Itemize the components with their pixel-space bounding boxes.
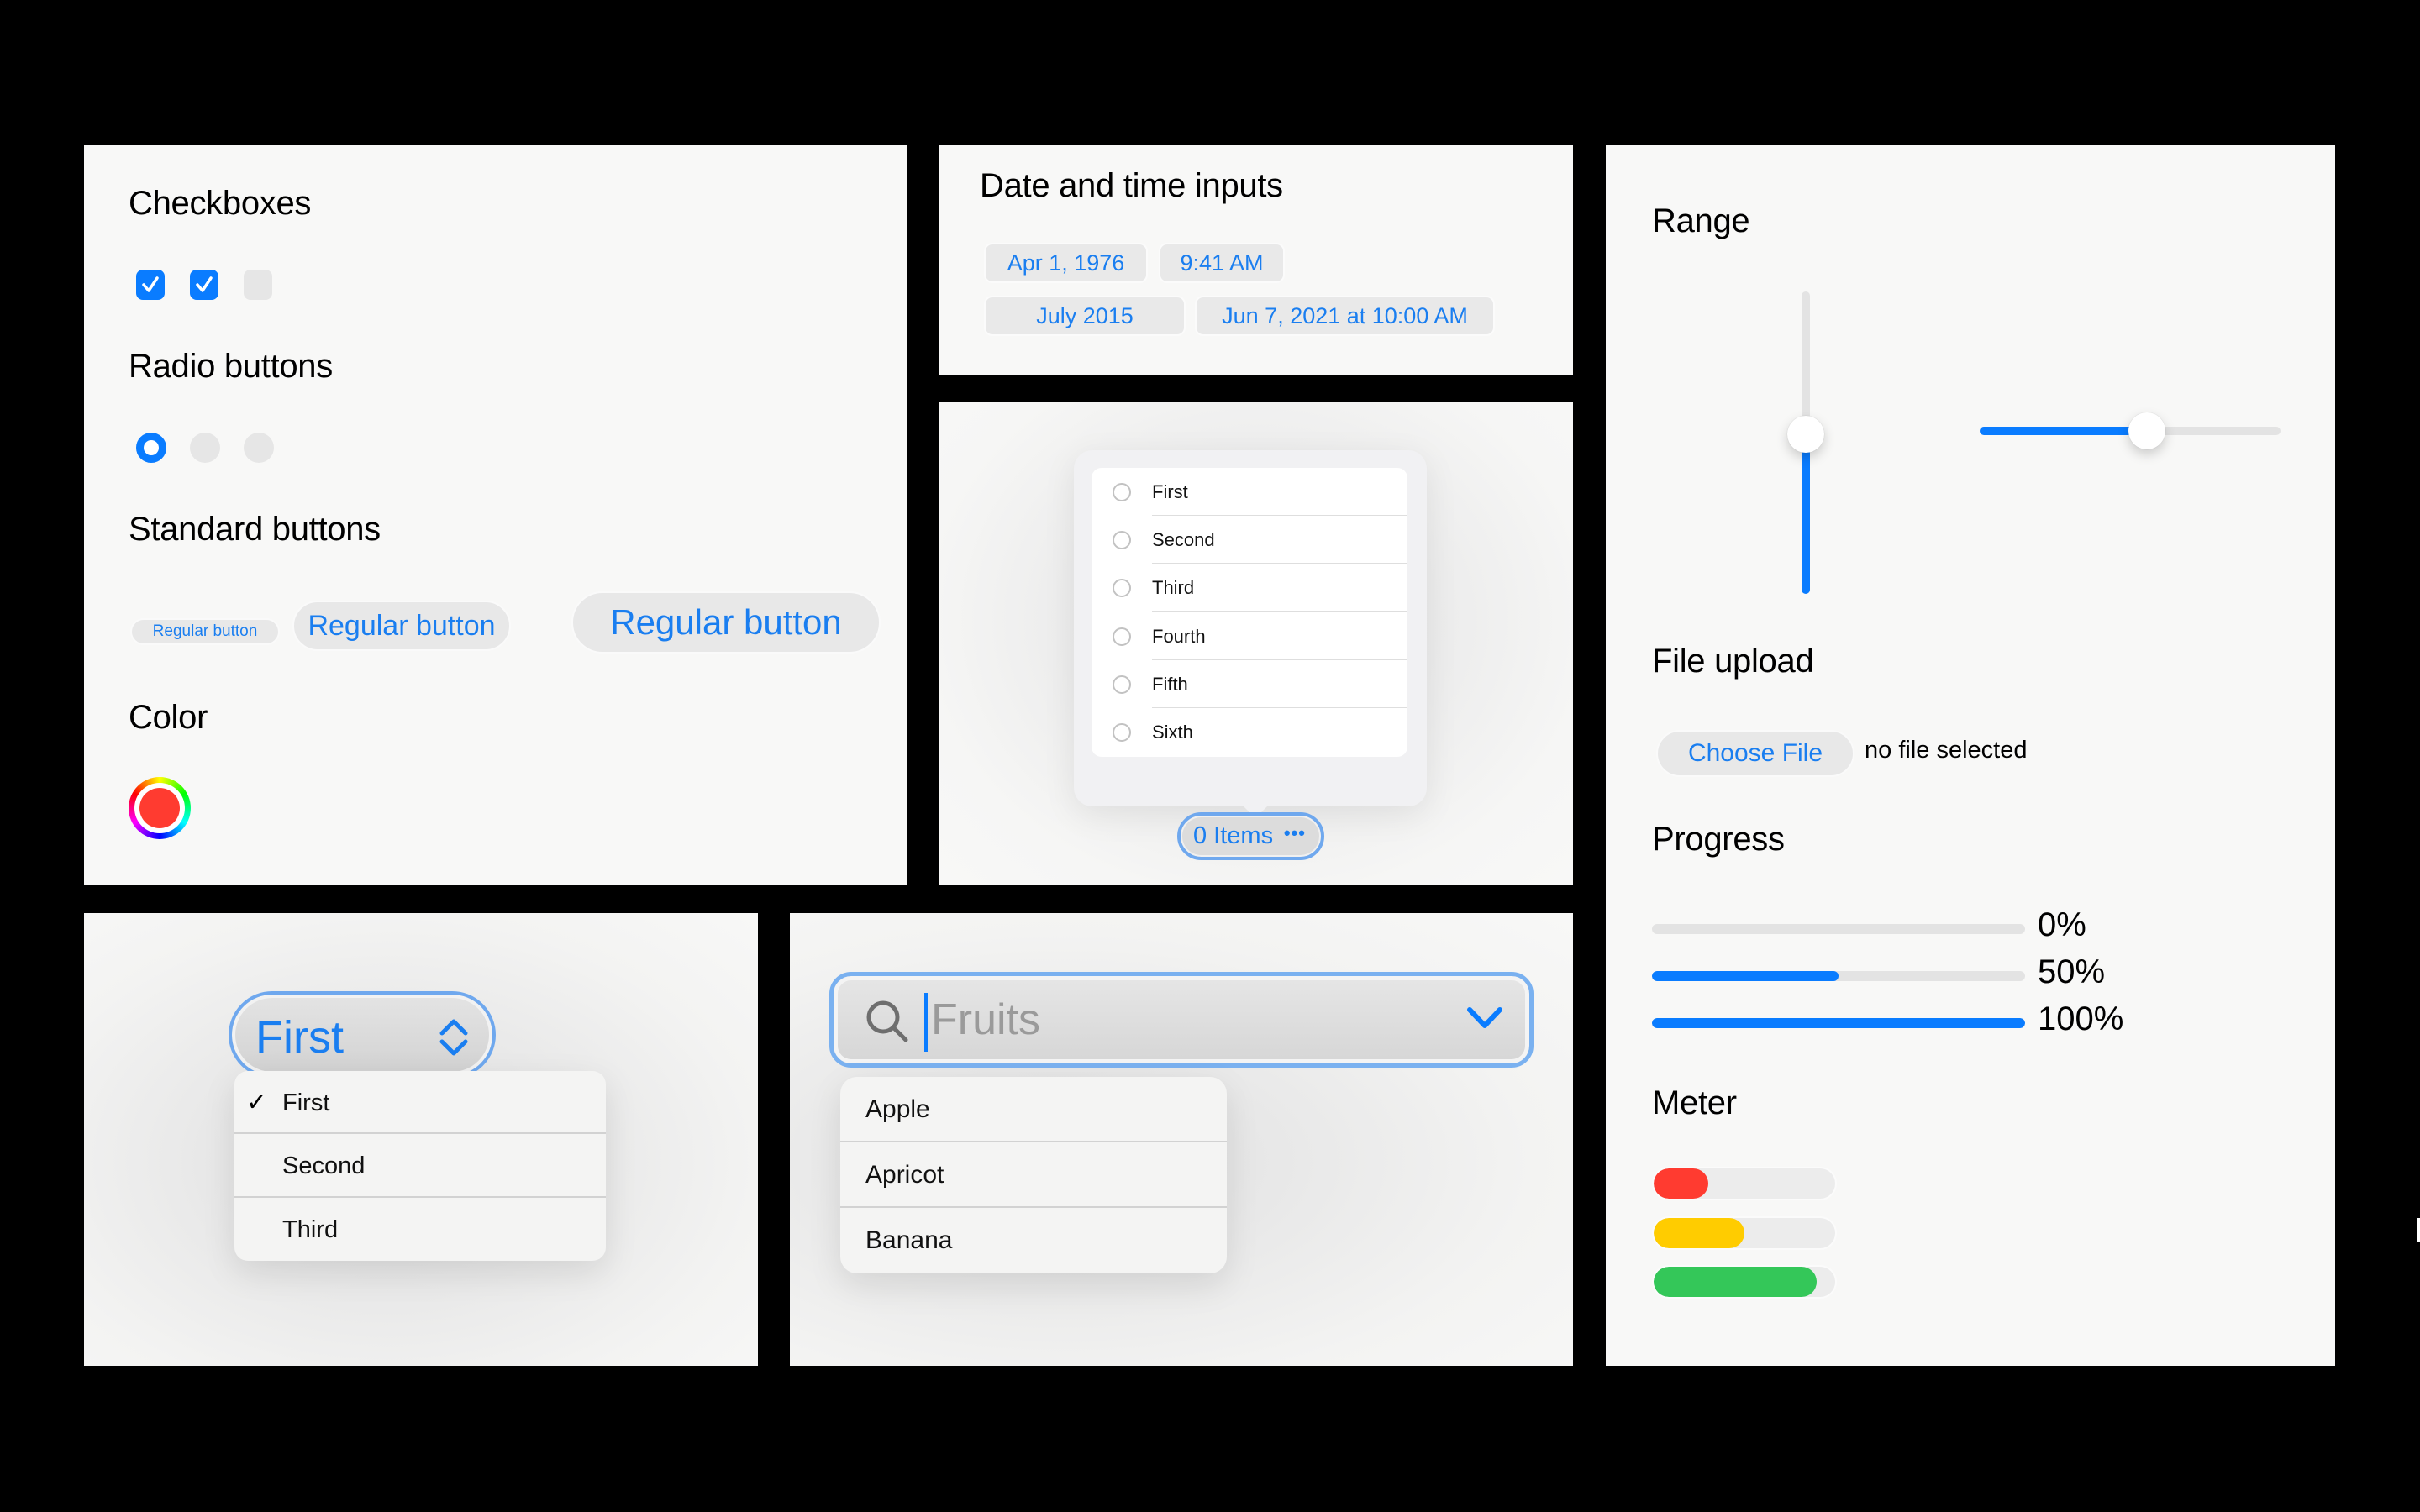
radio-3[interactable] [244, 433, 274, 463]
fruit-option[interactable]: Apple [840, 1077, 1227, 1142]
regular-button-regular[interactable]: Regular button [292, 601, 511, 651]
fruit-option[interactable]: Banana [840, 1208, 1227, 1273]
date-time-panel: Date and time inputs Apr 1, 1976 9:41 AM… [939, 145, 1573, 375]
multiselect-option[interactable]: First [1092, 468, 1407, 517]
checkboxes-heading: Checkboxes [129, 185, 312, 222]
horizontal-slider-thumb[interactable] [2128, 412, 2165, 449]
multiselect-button[interactable]: 0 Items ••• [1177, 812, 1324, 860]
time-input[interactable]: 9:41 AM [1159, 243, 1285, 283]
option-label: Third [1152, 577, 1195, 599]
multiselect-option[interactable]: Fourth [1092, 612, 1407, 661]
select-option[interactable]: Second [234, 1134, 606, 1198]
multiselect-option[interactable]: Second [1092, 516, 1407, 564]
select-option[interactable]: Third [234, 1198, 606, 1261]
multiselect-panel: First Second Third Fourth Fifth Sixth 0 … [939, 402, 1573, 885]
option-label: First [1152, 480, 1188, 502]
chevron-down-icon[interactable] [1465, 1005, 1504, 1032]
progress-fill [1652, 971, 1839, 981]
controls-panel: Checkboxes Radio buttons Standard button… [84, 145, 907, 885]
progress-label: 50% [2038, 953, 2106, 990]
option-radio-icon [1113, 723, 1131, 743]
multiselect-option[interactable]: Third [1092, 564, 1407, 612]
option-label: Fifth [1152, 673, 1188, 695]
color-picker[interactable] [129, 777, 191, 839]
multiselect-popover: First Second Third Fourth Fifth Sixth [1074, 450, 1427, 818]
search-icon [866, 1000, 908, 1042]
select-value: First [255, 1012, 344, 1063]
select-option[interactable]: ✓ First [234, 1071, 606, 1135]
text-cursor [924, 993, 928, 1052]
file-upload-heading: File upload [1652, 643, 1814, 680]
date-input[interactable]: Apr 1, 1976 [984, 243, 1148, 283]
option-label: Second [1152, 528, 1215, 550]
standard-buttons-heading: Standard buttons [129, 511, 381, 548]
option-label: Fourth [1152, 625, 1206, 647]
meter-bar [1652, 1167, 1837, 1200]
option-radio-icon [1113, 579, 1131, 598]
option-radio-icon [1113, 675, 1131, 694]
progress-label: 0% [2038, 906, 2086, 943]
meter-bar [1652, 1265, 1837, 1299]
date-time-heading: Date and time inputs [980, 167, 1283, 204]
checkmark-icon: ✓ [246, 1089, 268, 1116]
progress-bar [1652, 1018, 2025, 1028]
meter-bar [1652, 1216, 1837, 1250]
radio-buttons-heading: Radio buttons [129, 348, 333, 385]
horizontal-slider-fill [1980, 427, 2130, 435]
color-swatch [139, 788, 180, 828]
progress-label: 100% [2038, 1000, 2124, 1037]
vertical-slider-thumb[interactable] [1787, 416, 1824, 453]
progress-bar [1652, 971, 2025, 981]
choose-file-button[interactable]: Choose File [1656, 730, 1854, 777]
combobox-panel: Apple Apricot Banana [790, 913, 1573, 1366]
chevron-up-down-icon [439, 1019, 468, 1056]
fruits-combobox[interactable] [829, 972, 1534, 1068]
progress-heading: Progress [1652, 821, 1785, 858]
fruits-input[interactable] [931, 990, 1435, 1050]
color-heading: Color [129, 699, 208, 736]
option-label: Apricot [865, 1161, 944, 1189]
option-label: Apple [865, 1095, 930, 1123]
meter-fill [1654, 1218, 1744, 1248]
meter-fill [1654, 1267, 1818, 1297]
fruits-listbox: Apple Apricot Banana [840, 1077, 1227, 1273]
option-label: Sixth [1152, 722, 1193, 743]
multiselect-option[interactable]: Fifth [1092, 660, 1407, 709]
regular-button-large[interactable]: Regular button [571, 591, 881, 654]
multiselect-list: First Second Third Fourth Fifth Sixth [1092, 468, 1407, 757]
multiselect-button-label: 0 Items [1193, 822, 1274, 849]
option-radio-icon [1113, 627, 1131, 646]
radio-2[interactable] [190, 433, 220, 463]
radio-1[interactable] [136, 433, 166, 463]
select-menu: ✓ First Second Third [234, 1071, 606, 1261]
select-panel: First ✓ First Second Third [84, 913, 758, 1366]
option-label: Banana [865, 1226, 953, 1254]
option-radio-icon [1113, 482, 1131, 501]
fruit-option[interactable]: Apricot [840, 1142, 1227, 1208]
vertical-slider-fill [1802, 443, 1810, 594]
datetime-input[interactable]: Jun 7, 2021 at 10:00 AM [1195, 296, 1495, 336]
multiselect-option[interactable]: Sixth [1092, 708, 1407, 756]
option-label: Second [282, 1152, 366, 1180]
month-input[interactable]: July 2015 [984, 296, 1186, 336]
progress-fill [1652, 1018, 2025, 1028]
file-status: no file selected [1865, 737, 2028, 764]
progress-bar [1652, 924, 2025, 934]
regular-button-small[interactable]: Regular button [130, 618, 280, 645]
meter-fill [1654, 1168, 1708, 1199]
option-label: First [282, 1089, 330, 1116]
option-label: Third [282, 1215, 339, 1243]
range-heading: Range [1652, 202, 1750, 239]
meter-heading: Meter [1652, 1084, 1737, 1121]
checkbox-1[interactable] [136, 270, 165, 300]
option-radio-icon [1113, 530, 1131, 549]
checkbox-3[interactable] [244, 270, 272, 300]
select-button[interactable]: First [229, 991, 496, 1079]
ellipsis-icon: ••• [1283, 822, 1306, 843]
range-progress-panel: Range File upload Choose File no file se… [1606, 145, 2335, 1366]
checkbox-2[interactable] [190, 270, 218, 300]
